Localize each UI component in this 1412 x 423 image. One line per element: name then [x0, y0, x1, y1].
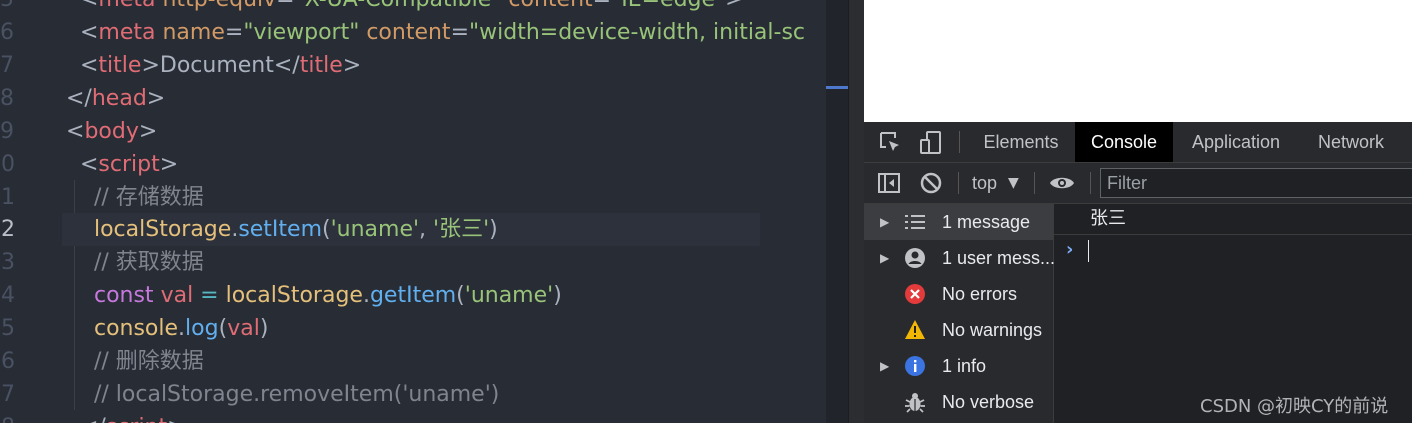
code-line[interactable]: 8 </head>: [0, 82, 826, 115]
bug-icon: [904, 391, 926, 413]
info-icon: [904, 355, 926, 377]
code-line[interactable]: 7 <title>Document</title>: [0, 49, 826, 82]
line-number: 15: [0, 316, 15, 341]
code-text: <meta name="viewport" content="width=dev…: [66, 20, 806, 45]
error-icon: [904, 283, 926, 305]
code-text: const val = localStorage.getItem('uname'…: [66, 283, 562, 308]
sidebar-item-label: No warnings: [942, 320, 1043, 340]
sidebar-item-messages[interactable]: ▶ 1 message: [864, 204, 1053, 240]
console-message-text: 张三: [1090, 208, 1126, 229]
code-text: <title>Document</title>: [66, 53, 362, 78]
code-editor[interactable]: 5 <meta http-equiv="X-UA-Compatible" con…: [0, 0, 826, 423]
code-line[interactable]: 17 // localStorage.removeItem('uname'): [0, 378, 826, 411]
line-number: 8: [0, 86, 14, 111]
devtools-tabbar: Elements Console Application Network: [864, 122, 1412, 163]
code-text: <meta http-equiv="X-UA-Compatible" conte…: [66, 0, 744, 16]
code-text: localStorage.setItem('uname', '张三'): [66, 217, 498, 242]
code-text: // 获取数据: [66, 250, 204, 275]
line-number: 16: [0, 349, 15, 374]
code-line[interactable]: 16 // 删除数据: [0, 345, 826, 378]
console-toolbar: top ▼: [864, 163, 1412, 204]
sidebar-item-label: 1 info: [942, 356, 987, 376]
console-input-caret[interactable]: [1088, 240, 1089, 262]
sidebar-item-user-messages[interactable]: ▶ 1 user mess...: [864, 240, 1056, 276]
line-number: 6: [0, 20, 14, 45]
sidebar-item-errors[interactable]: No errors: [864, 276, 1053, 312]
clear-console-icon[interactable]: [918, 170, 944, 196]
code-line[interactable]: 9 <body>: [0, 115, 826, 148]
sidebar-item-label: No verbose: [942, 392, 1035, 412]
inspect-element-icon[interactable]: [878, 130, 904, 156]
list-icon: [904, 211, 926, 233]
devtools-panel: Elements Console Application Network top…: [864, 122, 1412, 423]
line-number: 7: [0, 53, 14, 78]
code-text: <script>: [66, 152, 179, 177]
code-text: console.log(val): [66, 316, 269, 341]
sidebar-item-label: No errors: [942, 284, 1018, 304]
code-line[interactable]: 6 <meta name="viewport" content="width=d…: [0, 16, 826, 49]
line-number: 12: [0, 217, 15, 242]
filter-input[interactable]: [1100, 168, 1412, 198]
toolbar-separator: [1090, 172, 1091, 194]
eye-icon[interactable]: [1048, 170, 1074, 196]
chevron-down-icon[interactable]: ▼: [1008, 163, 1019, 203]
line-number: 13: [0, 250, 15, 275]
console-sidebar: ▶ 1 message ▶ 1 user mess... No errors N…: [864, 204, 1056, 423]
tab-application[interactable]: Application: [1177, 122, 1295, 162]
sidebar-item-label: 1 user mess...: [942, 248, 1056, 268]
console-output[interactable]: 张三 ›: [1054, 204, 1412, 423]
code-line[interactable]: 13 // 获取数据: [0, 246, 826, 279]
code-text: </head>: [66, 86, 166, 111]
line-number: 17: [0, 382, 15, 407]
sidebar-toggle-icon[interactable]: [876, 170, 902, 196]
expand-arrow-icon[interactable]: ▶: [880, 240, 889, 276]
browser-viewport: [864, 0, 1412, 122]
sidebar-item-warnings[interactable]: No warnings: [864, 312, 1053, 348]
tab-separator: [959, 131, 960, 153]
console-message: 张三: [1054, 204, 1412, 235]
code-text: // 存储数据: [66, 185, 204, 210]
toolbar-separator: [1034, 172, 1035, 194]
code-text: </script>: [66, 411, 186, 423]
editor-scrollbar[interactable]: [826, 0, 850, 423]
device-toolbar-icon[interactable]: [918, 130, 944, 156]
line-number: 9: [0, 119, 14, 144]
line-number: 10: [0, 152, 15, 177]
code-line[interactable]: 14 const val = localStorage.getItem('una…: [0, 279, 826, 312]
sidebar-item-verbose[interactable]: No verbose: [864, 384, 1053, 420]
line-number: 18: [0, 411, 15, 423]
line-number: 14: [0, 283, 15, 308]
code-text: <body>: [66, 119, 158, 144]
expand-arrow-icon[interactable]: ▶: [880, 204, 889, 240]
line-number: 11: [0, 185, 15, 210]
expand-arrow-icon[interactable]: ▶: [880, 348, 889, 384]
console-prompt-icon: ›: [1066, 239, 1074, 260]
sidebar-item-label: 1 message: [942, 212, 1031, 232]
code-line[interactable]: 5 <meta http-equiv="X-UA-Compatible" con…: [0, 0, 826, 16]
tab-elements[interactable]: Elements: [971, 122, 1071, 162]
tab-console[interactable]: Console: [1075, 122, 1173, 162]
code-line[interactable]: 18 </script>: [0, 411, 826, 423]
toolbar-separator: [958, 172, 959, 194]
pane-splitter[interactable]: [848, 0, 865, 423]
context-selector[interactable]: top: [972, 163, 997, 203]
code-text: // 删除数据: [66, 349, 204, 374]
warning-icon: [904, 319, 926, 341]
scroll-position-marker: [826, 86, 848, 89]
code-line[interactable]: 11 // 存储数据: [0, 181, 826, 214]
line-number: 5: [0, 0, 22, 16]
user-icon: [904, 247, 926, 269]
code-text: // localStorage.removeItem('uname'): [66, 382, 500, 407]
code-line[interactable]: 15 console.log(val): [0, 312, 826, 345]
sidebar-item-info[interactable]: ▶ 1 info: [864, 348, 1053, 384]
code-line[interactable]: 10 <script>: [0, 148, 826, 181]
tab-network[interactable]: Network: [1301, 122, 1401, 162]
code-line[interactable]: 12 localStorage.setItem('uname', '张三'): [0, 213, 826, 246]
watermark: CSDN @初映CY的前说: [1200, 396, 1389, 417]
